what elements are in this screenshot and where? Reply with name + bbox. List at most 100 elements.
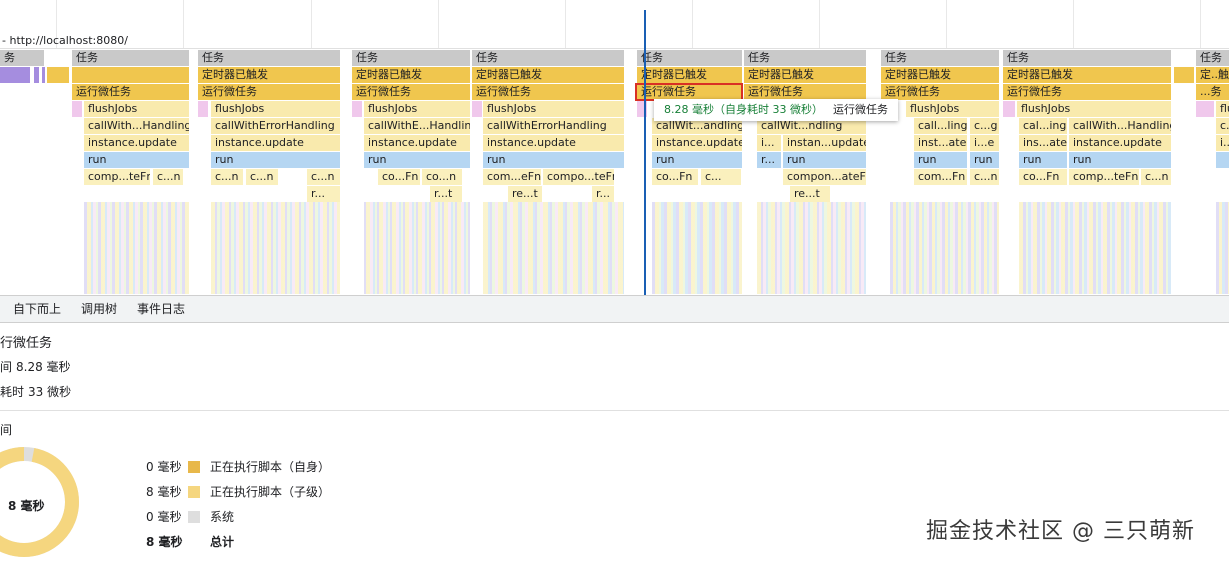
component-update-fn-block[interactable]: c...	[701, 169, 741, 185]
run-microtasks-block[interactable]: 运行微任务	[198, 84, 340, 100]
run-microtasks-block[interactable]: 运行微任务	[1003, 84, 1171, 100]
flush-jobs-block[interactable]: flushJobs	[84, 101, 189, 117]
run-block[interactable]: r...	[757, 152, 781, 168]
instance-update-block[interactable]: instance.update	[652, 135, 742, 151]
component-update-fn-block[interactable]: co...Fn	[652, 169, 698, 185]
run-block[interactable]: run	[84, 152, 189, 168]
run-block[interactable]	[1216, 152, 1229, 168]
component-update-fn-block[interactable]: co...Fn	[1019, 169, 1067, 185]
component-update-fn-block[interactable]: c...n	[211, 169, 243, 185]
run-block[interactable]: run	[783, 152, 866, 168]
event-block[interactable]	[47, 67, 69, 83]
component-update-fn-block[interactable]: comp...teFn	[1069, 169, 1139, 185]
task-block[interactable]: 任务	[72, 50, 189, 66]
render-block[interactable]: r...t	[430, 186, 462, 202]
timer-fired-block[interactable]: 定时器已触发	[1003, 67, 1171, 83]
render-block[interactable]: r...	[592, 186, 614, 202]
render-block[interactable]: r...	[307, 186, 340, 202]
run-block[interactable]: run	[1069, 152, 1171, 168]
pink-event-block[interactable]	[198, 101, 208, 117]
component-update-fn-block[interactable]: compo...teFn	[543, 169, 614, 185]
tab-bottom-up[interactable]: 自下而上	[13, 296, 61, 322]
flush-jobs-block[interactable]: flushJobs	[1017, 101, 1171, 117]
run-microtasks-block[interactable]: 运行微任务	[72, 84, 189, 100]
pink-event-block[interactable]	[352, 101, 362, 117]
instance-update-block[interactable]: i...	[1216, 135, 1229, 151]
instance-update-block[interactable]: ins...ate	[1019, 135, 1067, 151]
tab-call-tree[interactable]: 调用树	[81, 296, 117, 322]
instance-update-block[interactable]: instance.update	[364, 135, 470, 151]
task-block[interactable]: 任务	[744, 50, 866, 66]
flush-jobs-block[interactable]: flushJobs	[211, 101, 340, 117]
component-update-fn-block[interactable]: c...n	[246, 169, 278, 185]
render-block[interactable]: re...t	[790, 186, 830, 202]
run-microtasks-block[interactable]: 运行微任务	[881, 84, 999, 100]
instance-update-block[interactable]: instance.update	[84, 135, 189, 151]
task-block[interactable]: 任务	[1196, 50, 1229, 66]
task-block[interactable]: 任务	[881, 50, 999, 66]
task-block[interactable]: 任务	[472, 50, 624, 66]
timer-fired-block[interactable]: 定..触	[1196, 67, 1229, 83]
run-block[interactable]: run	[483, 152, 624, 168]
component-update-fn-block[interactable]: c...n	[153, 169, 183, 185]
component-update-fn-block[interactable]: com...eFn	[483, 169, 541, 185]
run-microtasks-block[interactable]: 运行微任务	[744, 84, 866, 100]
component-update-fn-block[interactable]: co...n	[422, 169, 462, 185]
component-update-fn-block[interactable]: c...n	[1141, 169, 1171, 185]
pink-event-block[interactable]	[472, 101, 482, 117]
run-block[interactable]: run	[970, 152, 999, 168]
call-with-error-handling-block[interactable]: call...ling	[914, 118, 967, 134]
flame-chart[interactable]: - http://localhost:8080/ 务 任务 任务 任务 任务 任…	[0, 0, 1229, 295]
timer-fired-block[interactable]: 定时器已触发	[744, 67, 866, 83]
event-block[interactable]	[0, 67, 30, 83]
instance-update-block[interactable]: i...	[757, 135, 781, 151]
run-block[interactable]: run	[914, 152, 967, 168]
instance-update-block[interactable]: i...e	[970, 135, 999, 151]
call-with-error-handling-block[interactable]: callWithErrorHandling	[211, 118, 340, 134]
task-block[interactable]: 任务	[637, 50, 742, 66]
call-with-error-handling-block[interactable]: callWith...Handling	[84, 118, 189, 134]
timer-fired-block[interactable]: 定时器已触发	[198, 67, 340, 83]
timer-fired-block[interactable]: 定时器已触发	[881, 67, 999, 83]
timer-fired-block[interactable]: 定时器已触发	[472, 67, 624, 83]
event-block[interactable]	[42, 67, 45, 83]
component-update-fn-block[interactable]: c...n	[307, 169, 340, 185]
instance-update-block[interactable]: instan...update	[783, 135, 866, 151]
call-with-error-handling-block[interactable]: callWithE...Handling	[364, 118, 470, 134]
run-block[interactable]: run	[1019, 152, 1067, 168]
call-with-error-handling-block[interactable]: cal...ing	[1019, 118, 1067, 134]
run-microtasks-block[interactable]: ...务	[1196, 84, 1229, 100]
call-with-error-handling-block[interactable]: callWith...Handling	[1069, 118, 1171, 134]
timer-fired-block[interactable]	[1174, 67, 1194, 83]
instance-update-block[interactable]: inst...ate	[914, 135, 967, 151]
timer-fired-block[interactable]	[72, 67, 189, 83]
flush-jobs-block[interactable]: flushJobs	[364, 101, 470, 117]
flush-jobs-block[interactable]: flushJobs	[1216, 101, 1229, 117]
event-block[interactable]	[34, 67, 39, 83]
render-block[interactable]: re...t	[508, 186, 542, 202]
component-update-fn-block[interactable]: com...Fn	[914, 169, 967, 185]
call-with-error-handling-block[interactable]: callWithErrorHandling	[483, 118, 624, 134]
flush-jobs-block[interactable]: flushJobs	[906, 101, 999, 117]
timeline-cursor[interactable]	[644, 10, 646, 295]
component-update-fn-block[interactable]: co...Fn	[378, 169, 420, 185]
task-block[interactable]: 任务	[1003, 50, 1171, 66]
pink-event-block[interactable]	[1196, 101, 1214, 117]
component-update-fn-block[interactable]: comp...teFn	[84, 169, 150, 185]
component-update-fn-block[interactable]: c...n	[970, 169, 999, 185]
run-block[interactable]: run	[652, 152, 742, 168]
pink-event-block[interactable]	[72, 101, 82, 117]
run-block[interactable]: run	[211, 152, 340, 168]
call-with-error-handling-block[interactable]: c...g	[970, 118, 999, 134]
component-update-fn-block[interactable]: compon...ateFn	[783, 169, 866, 185]
flush-jobs-block[interactable]: flushJobs	[483, 101, 624, 117]
run-microtasks-block[interactable]: 运行微任务	[472, 84, 624, 100]
run-microtasks-block[interactable]: 运行微任务	[352, 84, 470, 100]
timer-fired-block[interactable]: 定时器已触发	[352, 67, 470, 83]
pink-event-block[interactable]	[1003, 101, 1015, 117]
task-block[interactable]: 任务	[198, 50, 340, 66]
timer-fired-block[interactable]: 定时器已触发	[637, 67, 742, 83]
instance-update-block[interactable]: instance.update	[1069, 135, 1171, 151]
task-block[interactable]: 任务	[352, 50, 470, 66]
tab-event-log[interactable]: 事件日志	[137, 296, 185, 322]
